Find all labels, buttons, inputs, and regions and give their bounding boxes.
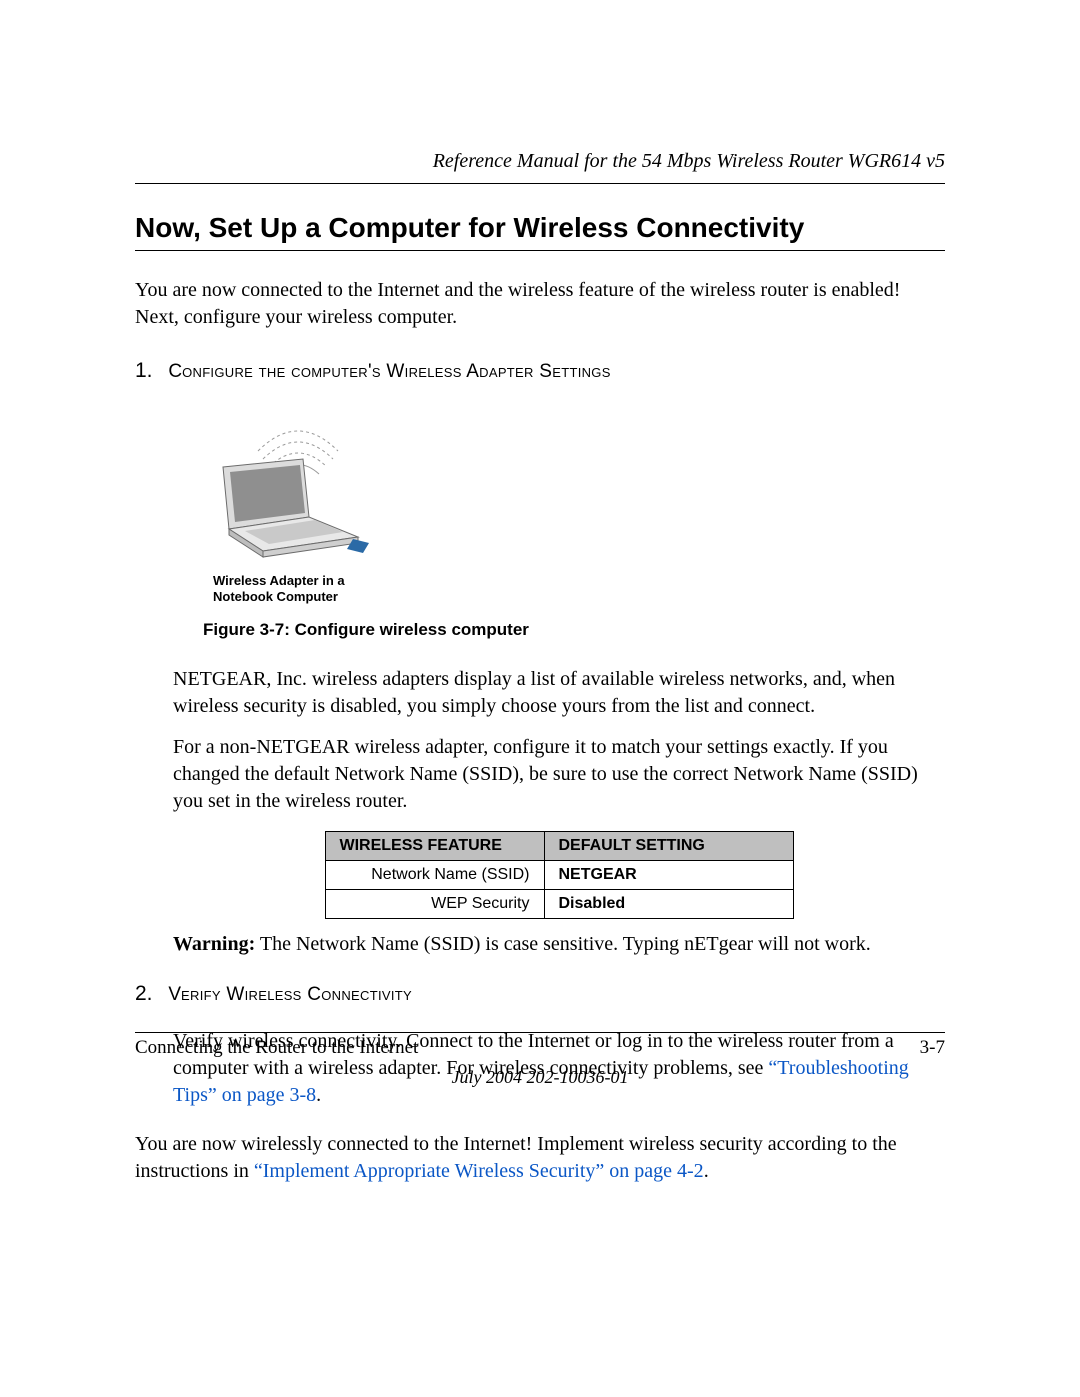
footer-rule xyxy=(135,1032,945,1033)
warning-paragraph: Warning: The Network Name (SSID) is case… xyxy=(173,931,945,958)
laptop-wireless-icon xyxy=(203,419,373,569)
figure-subcaption: Wireless Adapter in a Notebook Computer xyxy=(213,573,945,606)
footer-left: Connecting the Router to the Internet xyxy=(135,1037,418,1059)
closing-paragraph: You are now wirelessly connected to the … xyxy=(135,1131,945,1185)
step-1-number: 1. xyxy=(135,359,153,382)
security-link[interactable]: “Implement Appropriate Wireless Security… xyxy=(254,1160,704,1182)
table-row: WEP Security Disabled xyxy=(325,889,793,918)
table-header-row: Wireless Feature Default Setting xyxy=(325,831,793,860)
running-head: Reference Manual for the 54 Mbps Wireles… xyxy=(135,150,945,184)
warning-label: Warning: xyxy=(173,933,255,955)
td-ssid-value: NETGEAR xyxy=(544,860,793,889)
step-1-heading: 1. Configure the computer's Wireless Ada… xyxy=(135,359,945,383)
footer-date: July 2004 202-10036-01 xyxy=(135,1067,945,1088)
table-row: Network Name (SSID) NETGEAR xyxy=(325,860,793,889)
th-feature: Wireless Feature xyxy=(325,831,544,860)
figure-subcaption-l2: Notebook Computer xyxy=(213,589,338,604)
page-number: 3-7 xyxy=(920,1037,945,1059)
intro-paragraph: You are now connected to the Internet an… xyxy=(135,277,945,331)
step-2-heading: 2. Verify Wireless Connectivity xyxy=(135,982,945,1006)
section-title: Now, Set Up a Computer for Wireless Conn… xyxy=(135,212,945,251)
step-2-rest: erify Wireless Connectivity xyxy=(181,984,412,1005)
td-wep-label: WEP Security xyxy=(325,889,544,918)
step1-para2: For a non-NETGEAR wireless adapter, conf… xyxy=(173,734,945,815)
page: Reference Manual for the 54 Mbps Wireles… xyxy=(0,0,1080,1397)
settings-table-wrap: Wireless Feature Default Setting Network… xyxy=(173,831,945,919)
warning-text: The Network Name (SSID) is case sensitiv… xyxy=(255,933,871,955)
figure-caption: Figure 3-7: Configure wireless computer xyxy=(203,620,945,640)
step-1-rest: onfigure the computer's Wireless Adapter… xyxy=(182,361,611,382)
step-1-cap: C xyxy=(168,361,182,382)
figure-3-7: Wireless Adapter in a Notebook Computer … xyxy=(203,419,945,640)
td-ssid-label: Network Name (SSID) xyxy=(325,860,544,889)
closing-post: . xyxy=(704,1160,709,1182)
step-2-cap: V xyxy=(168,984,181,1005)
step1-para1: NETGEAR, Inc. wireless adapters display … xyxy=(173,666,945,720)
figure-subcaption-l1: Wireless Adapter in a xyxy=(213,573,345,588)
step-2-number: 2. xyxy=(135,982,153,1005)
td-wep-value: Disabled xyxy=(544,889,793,918)
th-default: Default Setting xyxy=(544,831,793,860)
page-footer: Connecting the Router to the Internet 3-… xyxy=(135,1032,945,1088)
settings-table: Wireless Feature Default Setting Network… xyxy=(325,831,794,919)
